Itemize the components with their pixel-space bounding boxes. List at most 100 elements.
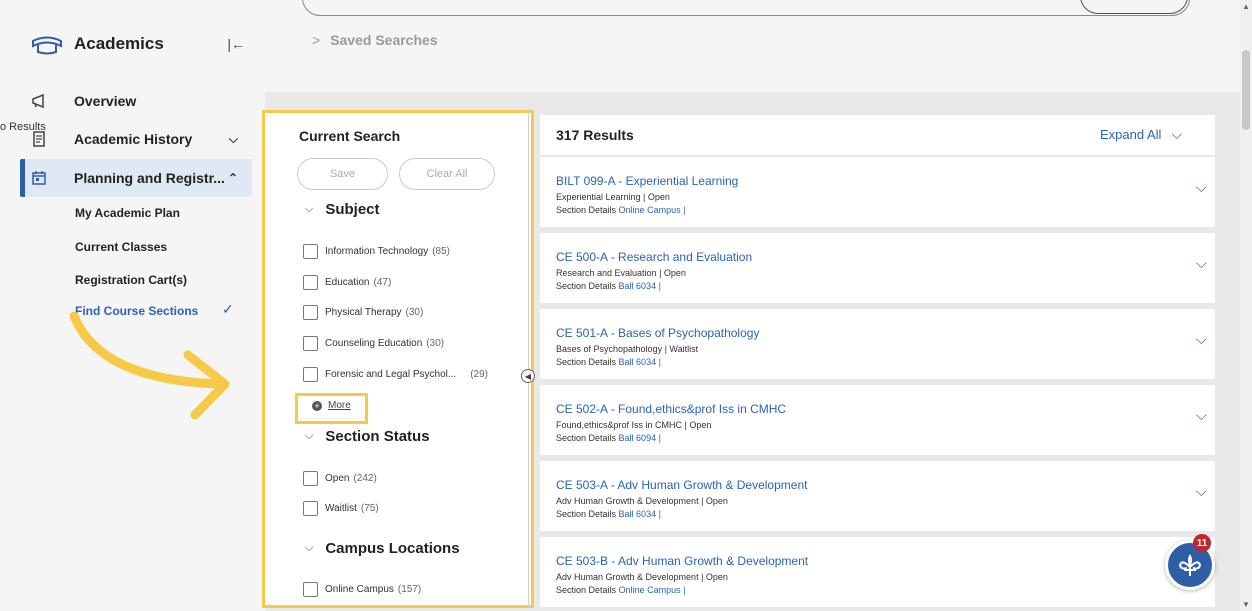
filter-option[interactable]: Information Technology (85): [303, 244, 450, 259]
document-icon: [30, 131, 48, 147]
details-label: Section Details: [556, 205, 617, 215]
more-label: More: [328, 400, 351, 411]
option-label: Information Technology: [325, 246, 429, 257]
checkbox[interactable]: [303, 582, 318, 597]
chevron-down-icon[interactable]: ⌵: [1196, 407, 1207, 424]
course-subtitle: Adv Human Growth & Development | Open: [556, 572, 728, 582]
sidebar-subitem-registration-carts[interactable]: Registration Cart(s): [75, 273, 187, 287]
checkbox[interactable]: [303, 367, 318, 382]
details-label: Section Details: [556, 281, 617, 291]
option-label: Education: [325, 277, 370, 288]
sidebar-item-planning-and-registration[interactable]: Planning and Registr... ⌃: [30, 165, 250, 191]
filter-option[interactable]: Physical Therapy (30): [303, 305, 423, 320]
section-title: Campus Locations: [325, 540, 460, 557]
section-details: Section Details Online Campus |: [556, 585, 685, 595]
filter-option[interactable]: Waitlist (75): [303, 501, 379, 516]
collapse-left-icon[interactable]: |←: [227, 36, 245, 52]
location-link[interactable]: Ball 6034 |: [619, 357, 661, 367]
location-link[interactable]: Online Campus |: [619, 205, 686, 215]
checkbox[interactable]: [303, 305, 318, 320]
chevron-down-icon[interactable]: ⌵: [1196, 255, 1207, 272]
option-count: (30): [426, 338, 445, 349]
saved-searches-label: Saved Searches: [330, 32, 438, 48]
subject-section-header[interactable]: ⌵ Subject: [305, 201, 380, 218]
section-status-header[interactable]: ⌵ Section Status: [305, 428, 430, 445]
filter-option[interactable]: Forensic and Legal Psychol... (29): [303, 367, 488, 382]
location-link[interactable]: Ball 6034 |: [619, 281, 661, 291]
location-link[interactable]: Ball 6094 |: [619, 433, 661, 443]
course-subtitle: Found,ethics&prof Iss in CMHC | Open: [556, 420, 712, 430]
checkbox[interactable]: [303, 471, 318, 486]
section-details: Section Details Ball 6034 |: [556, 509, 661, 519]
sidebar-subitem-current-classes[interactable]: Current Classes: [75, 240, 167, 254]
checkbox[interactable]: [303, 275, 318, 290]
fleur-de-lis-icon: [1178, 554, 1202, 576]
option-count: (30): [405, 307, 424, 318]
panel-divider: [528, 110, 529, 608]
collapse-panel-icon[interactable]: ◀: [521, 369, 535, 383]
course-title-link[interactable]: CE 500-A - Research and Evaluation: [556, 250, 752, 264]
course-title-link[interactable]: CE 503-B - Adv Human Growth & Developmen…: [556, 554, 808, 568]
save-button[interactable]: Save: [297, 158, 388, 190]
more-link[interactable]: + More: [312, 400, 351, 411]
chevron-down-icon: ⌵: [1171, 126, 1183, 142]
expand-all-button[interactable]: Expand All ⌵: [1100, 126, 1182, 143]
filter-option[interactable]: Counseling Education (30): [303, 336, 444, 351]
scroll-down-icon[interactable]: ▼: [1242, 600, 1250, 609]
saved-searches-toggle[interactable]: > Saved Searches: [312, 32, 438, 48]
chevron-down-icon: ⌵: [305, 430, 314, 442]
result-card[interactable]: BILT 099-A - Experiential Learning Exper…: [540, 157, 1215, 227]
chevron-down-icon[interactable]: ⌵: [1196, 483, 1207, 500]
location-link[interactable]: Ball 6034 |: [619, 509, 661, 519]
sidebar-item-label: Overview: [74, 93, 137, 109]
checkbox[interactable]: [303, 336, 318, 351]
filter-option[interactable]: Education (47): [303, 275, 391, 290]
chevron-down-icon: ⌵: [305, 542, 314, 554]
graduation-cap-icon: [32, 36, 62, 55]
section-title: Subject: [325, 201, 380, 218]
filter-option[interactable]: Open (242): [303, 471, 377, 486]
result-card[interactable]: CE 500-A - Research and Evaluation Resea…: [540, 233, 1215, 303]
scroll-up-icon[interactable]: ▲: [1242, 2, 1250, 11]
filter-option[interactable]: Online Campus (157): [303, 582, 421, 597]
course-title-link[interactable]: CE 503-A - Adv Human Growth & Developmen…: [556, 478, 807, 492]
result-card[interactable]: CE 503-A - Adv Human Growth & Developmen…: [540, 461, 1215, 531]
scroll-thumb[interactable]: [1242, 50, 1250, 130]
search-button[interactable]: [1080, 0, 1188, 14]
clear-all-button[interactable]: Clear All: [399, 158, 495, 190]
option-count: (47): [373, 277, 392, 288]
sidebar-item-overview[interactable]: Overview: [30, 88, 250, 114]
expand-all-label: Expand All: [1100, 127, 1162, 142]
option-count: (157): [397, 584, 422, 595]
section-details: Section Details Ball 6034 |: [556, 357, 661, 367]
course-subtitle: Adv Human Growth & Development | Open: [556, 496, 728, 506]
search-input[interactable]: [302, 0, 1190, 16]
sidebar-item-academic-history[interactable]: Academic History ⌵: [30, 126, 250, 152]
sidebar-header: Academics |←: [30, 28, 245, 60]
location-link[interactable]: Online Campus |: [619, 585, 686, 595]
current-search-title: Current Search: [299, 128, 401, 144]
calendar-icon: [30, 171, 48, 185]
section-details: Section Details Ball 6034 |: [556, 281, 661, 291]
course-title-link[interactable]: CE 502-A - Found,ethics&prof Iss in CMHC: [556, 402, 786, 416]
details-label: Section Details: [556, 509, 617, 519]
result-card[interactable]: CE 502-A - Found,ethics&prof Iss in CMHC…: [540, 385, 1215, 455]
annotation-arrow-icon: [69, 311, 230, 420]
checkbox[interactable]: [303, 244, 318, 259]
chevron-down-icon[interactable]: ⌵: [1196, 179, 1207, 196]
chevron-down-icon[interactable]: ⌵: [1196, 331, 1207, 348]
plus-circle-icon: +: [312, 400, 322, 411]
results-count: 317 Results: [556, 127, 634, 143]
chevron-down-icon: ⌵: [305, 203, 314, 215]
option-count: (242): [353, 473, 377, 484]
details-label: Section Details: [556, 433, 617, 443]
option-label: Waitlist: [325, 503, 357, 514]
sidebar-subitem-my-academic-plan[interactable]: My Academic Plan: [75, 206, 180, 220]
checkbox[interactable]: [303, 501, 318, 516]
result-card[interactable]: CE 501-A - Bases of Psychopathology Base…: [540, 309, 1215, 379]
course-title-link[interactable]: BILT 099-A - Experiential Learning: [556, 174, 738, 188]
option-count: (29): [470, 369, 488, 380]
result-card[interactable]: CE 503-B - Adv Human Growth & Developmen…: [540, 537, 1215, 607]
course-title-link[interactable]: CE 501-A - Bases of Psychopathology: [556, 326, 759, 340]
campus-locations-header[interactable]: ⌵ Campus Locations: [305, 540, 460, 557]
